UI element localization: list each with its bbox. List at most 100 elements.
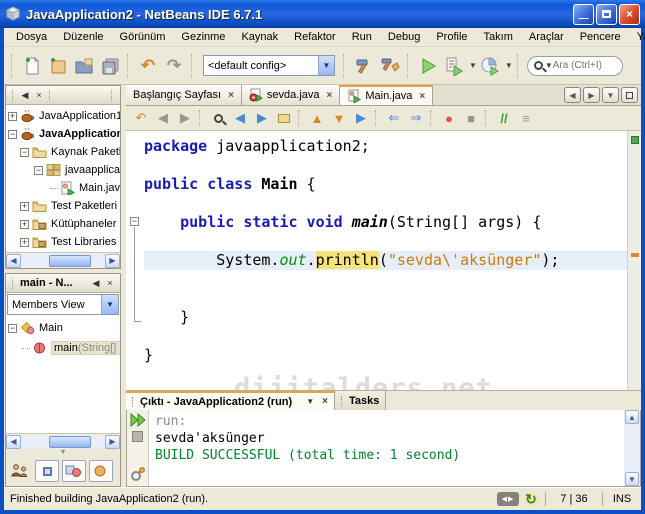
start-macro-recording-button[interactable]: ■ <box>460 108 482 128</box>
shift-line-left-button[interactable]: ⇐ <box>383 108 405 128</box>
code-area[interactable]: package javaapplication2; public class M… <box>144 131 627 390</box>
maximize-button[interactable] <box>596 3 617 25</box>
tree-row[interactable]: + Test Paketleri <box>6 197 120 215</box>
tab-baslangic-sayfasi[interactable]: Başlangıç Sayfası × <box>126 85 242 105</box>
tree-row[interactable]: main(String[] args) <box>6 338 120 358</box>
ant-settings-icon[interactable] <box>130 466 146 482</box>
scroll-left-icon[interactable]: ◀ <box>6 434 21 449</box>
error-stripe[interactable] <box>627 131 641 390</box>
menu-dosya[interactable]: Dosya <box>8 28 55 46</box>
menu-gezinme[interactable]: Gezinme <box>173 28 233 46</box>
profile-dropdown-icon[interactable]: ▼ <box>505 61 513 70</box>
next-bookmark-button[interactable]: ▼ <box>328 108 350 128</box>
menu-refaktor[interactable]: Refaktor <box>286 28 344 46</box>
uncomment-button[interactable]: ≡ <box>515 108 537 128</box>
menu-araclar[interactable]: Araçlar <box>521 28 572 46</box>
expand-icon[interactable]: + <box>20 201 29 211</box>
menu-yardim[interactable]: Yardım <box>629 28 645 46</box>
scroll-thumb[interactable] <box>49 254 91 267</box>
debug-dropdown-icon[interactable]: ▼ <box>469 61 477 70</box>
menu-profile[interactable]: Profile <box>428 28 475 46</box>
code-editor[interactable]: − package javaapplication2; public class… <box>126 131 641 390</box>
undo-button[interactable]: ↶ <box>135 53 161 79</box>
scroll-right-icon[interactable]: ▶ <box>105 253 120 268</box>
minimize-window-icon[interactable]: ▼ <box>306 397 314 406</box>
maximize-editor-icon[interactable] <box>621 87 638 103</box>
find-next-button[interactable]: ▶ <box>251 108 273 128</box>
scroll-thumb[interactable] <box>49 435 91 448</box>
collapse-icon[interactable]: − <box>8 323 17 333</box>
members-view-dropdown-icon[interactable]: ▼ <box>101 295 118 314</box>
close-button[interactable]: × <box>619 3 640 25</box>
tab-list-dropdown-icon[interactable]: ▼ <box>602 87 619 103</box>
menu-run[interactable]: Run <box>344 28 380 46</box>
redo-button[interactable]: ↷ <box>161 53 187 79</box>
open-project-button[interactable] <box>71 53 97 79</box>
tree-row[interactable]: Main.java <box>6 179 120 197</box>
tab-close-icon[interactable]: × <box>228 90 234 101</box>
quick-search-box[interactable]: ▼ <box>526 55 623 76</box>
tab-close-icon[interactable]: × <box>327 90 333 101</box>
tree-row[interactable]: + JavaApplication1 <box>6 107 120 125</box>
back-button[interactable]: ◀ <box>152 108 174 128</box>
tab-tasks[interactable]: Tasks <box>334 391 387 410</box>
previous-bookmark-button[interactable]: ▲ <box>306 108 328 128</box>
close-panel-icon[interactable]: × <box>32 88 46 102</box>
debug-project-button[interactable] <box>441 53 467 79</box>
fold-collapse-icon[interactable]: − <box>130 217 139 226</box>
navigator-horizontal-scrollbar[interactable]: ◀ ▶ <box>6 433 120 449</box>
menu-gorunum[interactable]: Görünüm <box>112 28 174 46</box>
scroll-left-icon[interactable]: ◀ <box>6 253 21 268</box>
expand-icon[interactable]: + <box>20 237 29 247</box>
expand-icon[interactable]: + <box>20 219 29 229</box>
tree-row[interactable]: + Kütüphaneler <box>6 215 120 233</box>
last-edit-location-button[interactable]: ↶ <box>130 108 152 128</box>
output-vertical-scrollbar[interactable]: ▲ ▼ <box>624 410 640 486</box>
collapse-icon[interactable]: − <box>34 165 43 175</box>
find-previous-button[interactable]: ◀ <box>229 108 251 128</box>
minimize-button[interactable]: — <box>573 3 594 25</box>
tree-row[interactable]: − Main <box>6 318 120 338</box>
projects-horizontal-scrollbar[interactable]: ◀ ▶ <box>6 252 120 268</box>
fields-filter-button[interactable] <box>35 460 59 482</box>
save-all-button[interactable] <box>97 53 123 79</box>
profile-project-button[interactable] <box>477 53 503 79</box>
menu-kaynak[interactable]: Kaynak <box>233 28 286 46</box>
comment-button[interactable]: // <box>493 108 515 128</box>
dock-panel-icon[interactable]: ◀ <box>18 88 32 102</box>
build-project-button[interactable] <box>351 53 377 79</box>
collapse-icon[interactable]: − <box>8 129 17 139</box>
tree-row[interactable]: + Test Libraries <box>6 233 120 251</box>
tree-row[interactable]: − javaapplication2 <box>6 161 120 179</box>
output-text[interactable]: run: sevda'aksünger BUILD SUCCESSFUL (to… <box>149 410 624 486</box>
search-dropdown-icon[interactable]: ▼ <box>545 61 553 70</box>
find-selection-button[interactable] <box>207 108 229 128</box>
stop-icon[interactable] <box>132 431 143 442</box>
config-dropdown-icon[interactable]: ▼ <box>318 56 334 75</box>
splitter-collapse-icon[interactable]: ▼ <box>6 449 120 456</box>
shift-line-right-button[interactable]: ⇒ <box>405 108 427 128</box>
config-select[interactable]: <default config> ▼ <box>203 55 335 76</box>
scroll-tabs-left-icon[interactable]: ◀ <box>564 87 581 103</box>
run-project-button[interactable] <box>415 53 441 79</box>
toggle-bookmark-button[interactable]: ▶ <box>350 108 372 128</box>
close-panel-icon[interactable]: × <box>103 276 117 290</box>
toggle-highlight-search-button[interactable] <box>273 108 295 128</box>
close-window-icon[interactable]: × <box>322 396 328 407</box>
scroll-down-icon[interactable]: ▼ <box>625 472 639 486</box>
tab-sevda-java[interactable]: sevda.java × <box>241 85 341 105</box>
tab-output-run[interactable]: Çıktı - JavaApplication2 (run) ▼ × <box>126 391 335 410</box>
tree-row[interactable]: − JavaApplication2 <box>6 125 120 143</box>
inherited-members-filter-button[interactable] <box>8 460 32 482</box>
non-public-members-filter-button[interactable] <box>89 460 113 482</box>
tree-row[interactable]: − Kaynak Paketleri <box>6 143 120 161</box>
tab-main-java[interactable]: Main.java × <box>340 85 434 105</box>
menu-debug[interactable]: Debug <box>380 28 428 46</box>
menu-pencere[interactable]: Pencere <box>572 28 629 46</box>
expand-icon[interactable]: + <box>8 111 17 121</box>
new-file-button[interactable] <box>19 53 45 79</box>
scroll-tabs-right-icon[interactable]: ▶ <box>583 87 600 103</box>
search-input[interactable] <box>552 60 611 71</box>
rerun-icon[interactable] <box>130 413 146 427</box>
menu-takim[interactable]: Takım <box>476 28 521 46</box>
